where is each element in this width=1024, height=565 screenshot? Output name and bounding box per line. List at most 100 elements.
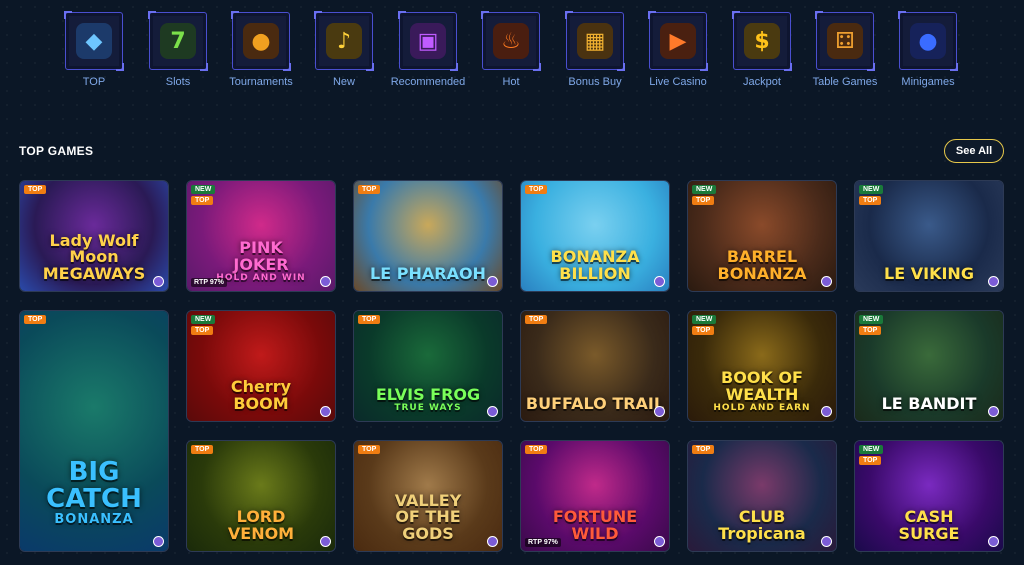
badge-group: NEW TOP (692, 315, 717, 335)
category-top[interactable]: ◆ TOP (54, 11, 134, 88)
category-label: Slots (165, 76, 191, 88)
category-hot[interactable]: ♨ Hot (471, 11, 551, 88)
badge-group: NEW TOP (859, 445, 884, 465)
top-badge: TOP (692, 196, 715, 205)
category-bonus-buy[interactable]: ▦ Bonus Buy (555, 11, 635, 88)
category-new[interactable]: ♪ New (304, 11, 384, 88)
game-title: BONANZA BILLION (525, 249, 665, 283)
game-tile[interactable]: BIG CATCH BONANZA TOP (19, 310, 169, 552)
game-title-text: Cherry BOOM (230, 377, 292, 414)
game-title-text: LE VIKING (884, 264, 974, 284)
game-tile[interactable]: PINK JOKER HOLD AND WIN NEW TOP RTP 97% (186, 180, 336, 292)
category-tile-frame: ● (898, 11, 958, 71)
game-title: BUFFALO TRAIL (525, 394, 665, 414)
game-title-text: LORD VENOM (227, 507, 295, 544)
game-tile[interactable]: BUFFALO TRAIL TOP (520, 310, 670, 422)
game-title: ELVIS FROG TRUE WAYS (358, 386, 498, 413)
game-title-text: BUFFALO TRAIL (525, 394, 665, 414)
treasure-chest-icon: ▦ (577, 23, 613, 59)
top-badge: TOP (358, 185, 381, 194)
game-title-text: VALLEY OF THE GODS (394, 490, 462, 544)
game-tile[interactable]: BARREL BONANZA NEW TOP (687, 180, 837, 292)
category-tile-frame: ♪ (314, 11, 374, 71)
category-label: Recommended (390, 76, 466, 88)
game-title-text: BIG CATCH (46, 456, 142, 515)
game-tile[interactable]: CLUB Tropicana TOP (687, 440, 837, 552)
game-tile[interactable]: FORTUNE WILD TOP RTP 97% (520, 440, 670, 552)
category-label: Tournaments (229, 76, 293, 88)
game-title: LE PHARAOH (358, 264, 498, 284)
top-badge: TOP (525, 445, 548, 454)
category-table-games[interactable]: ⚃ Table Games (805, 11, 885, 88)
seven-icon: 7 (160, 23, 196, 59)
badge-group: TOP (525, 445, 548, 454)
rtp-label: RTP 97% (191, 278, 227, 287)
game-title: BARREL BONANZA (692, 249, 832, 283)
game-tile[interactable]: LE BANDIT NEW TOP (854, 310, 1004, 422)
game-tile[interactable]: BOOK OF WEALTH HOLD AND EARN NEW TOP (687, 310, 837, 422)
top-badge: TOP (24, 185, 47, 194)
category-tile-frame: ♨ (481, 11, 541, 71)
badge-group: TOP (525, 185, 548, 194)
game-title: LE VIKING (859, 264, 999, 284)
category-label: New (332, 76, 355, 88)
game-tile[interactable]: Cherry BOOM NEW TOP (186, 310, 336, 422)
provider-icon (487, 536, 498, 547)
provider-icon (654, 276, 665, 287)
game-title-text: BARREL BONANZA (717, 247, 807, 284)
game-title-text: LE PHARAOH (370, 264, 486, 284)
game-tile[interactable]: LE PHARAOH TOP (353, 180, 503, 292)
slot-machine-icon: ▣ (410, 23, 446, 59)
game-subtitle: BONANZA (54, 512, 134, 528)
game-title-text: CLUB Tropicana (718, 507, 806, 544)
game-tile[interactable]: Lady Wolf Moon MEGAWAYS TOP (19, 180, 169, 292)
top-badge: TOP (24, 315, 47, 324)
provider-icon (821, 406, 832, 417)
game-title: Cherry BOOM (191, 379, 331, 413)
provider-icon (153, 536, 164, 547)
see-all-button[interactable]: See All (944, 139, 1004, 163)
bell-icon: ♪ (326, 23, 362, 59)
category-tournaments[interactable]: ● Tournaments (221, 11, 301, 88)
play-icon: ▶ (660, 23, 696, 59)
category-tile-frame: ⚃ (815, 11, 875, 71)
category-label: Bonus Buy (568, 76, 622, 88)
game-tile[interactable]: ELVIS FROG TRUE WAYS TOP (353, 310, 503, 422)
badge-group: TOP (24, 315, 47, 324)
category-tile-frame: ▣ (398, 11, 458, 71)
category-jackpot[interactable]: $ Jackpot (722, 11, 802, 88)
game-title: LORD VENOM (191, 509, 331, 543)
game-title: CLUB Tropicana (692, 509, 832, 543)
game-tile[interactable]: CASH SURGE NEW TOP (854, 440, 1004, 552)
provider-icon (988, 276, 999, 287)
game-tile[interactable]: VALLEY OF THE GODS TOP (353, 440, 503, 552)
top-badge: TOP (358, 445, 381, 454)
badge-group: TOP (191, 445, 214, 454)
game-tile[interactable]: BONANZA BILLION TOP (520, 180, 670, 292)
bomb-icon: ● (910, 23, 946, 59)
provider-icon (320, 406, 331, 417)
game-title: LE BANDIT (859, 395, 999, 413)
top-badge: TOP (191, 326, 214, 335)
category-tile-frame: ▦ (565, 11, 625, 71)
game-tile[interactable]: LE VIKING NEW TOP (854, 180, 1004, 292)
top-badge: TOP (358, 315, 381, 324)
provider-icon (988, 406, 999, 417)
category-slots[interactable]: 7 Slots (138, 11, 218, 88)
top-badge: TOP (859, 326, 882, 335)
game-tile[interactable]: LORD VENOM TOP (186, 440, 336, 552)
game-title-text: PINK JOKER (233, 237, 289, 274)
provider-icon (821, 276, 832, 287)
category-label: TOP (82, 76, 106, 88)
badge-group: TOP (358, 185, 381, 194)
category-minigames[interactable]: ● Minigames (888, 11, 968, 88)
category-label: Hot (502, 76, 520, 88)
new-badge: NEW (692, 315, 717, 324)
category-recommended[interactable]: ▣ Recommended (388, 11, 468, 88)
provider-icon (821, 536, 832, 547)
provider-icon (654, 536, 665, 547)
category-tile-frame: $ (732, 11, 792, 71)
new-badge: NEW (191, 185, 216, 194)
badge-group: NEW TOP (191, 185, 216, 205)
category-live-casino[interactable]: ▶ Live Casino (638, 11, 718, 88)
